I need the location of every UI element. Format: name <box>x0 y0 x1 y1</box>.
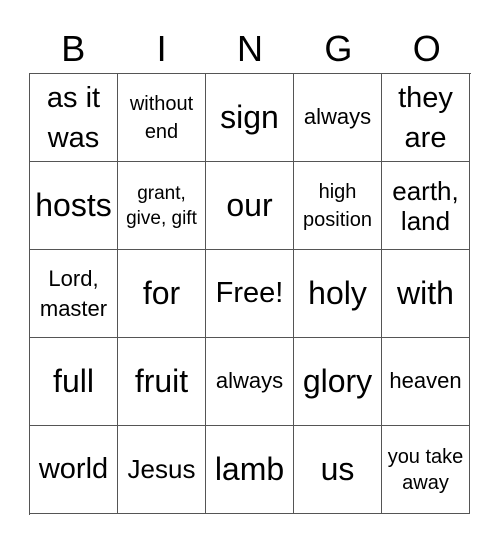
bingo-cell[interactable]: always <box>206 338 294 426</box>
bingo-cell[interactable]: with <box>382 250 470 338</box>
bingo-cell[interactable]: hosts <box>30 162 118 250</box>
bingo-cell[interactable]: always <box>294 74 382 162</box>
bingo-cell[interactable]: holy <box>294 250 382 338</box>
bingo-cell[interactable]: for <box>118 250 206 338</box>
bingo-cell[interactable]: us <box>294 426 382 514</box>
header-letter-o: O <box>412 28 441 69</box>
bingo-cell[interactable]: lamb <box>206 426 294 514</box>
header-letter-b: B <box>61 28 86 69</box>
header-letter-n: N <box>236 28 263 69</box>
bingo-cell[interactable]: Lord, master <box>30 250 118 338</box>
bingo-cell[interactable]: full <box>30 338 118 426</box>
bingo-cell[interactable]: high position <box>294 162 382 250</box>
bingo-cell[interactable]: they are <box>382 74 470 162</box>
bingo-cell[interactable]: without end <box>118 74 206 162</box>
bingo-grid: as it was without end sign always they a… <box>29 73 471 515</box>
header-letter-g: G <box>324 28 353 69</box>
bingo-cell[interactable]: heaven <box>382 338 470 426</box>
header-letter-i: I <box>156 28 167 69</box>
bingo-header: B I N G O <box>29 26 471 72</box>
bingo-cell[interactable]: our <box>206 162 294 250</box>
bingo-cell[interactable]: world <box>30 426 118 514</box>
free-space-cell[interactable]: Free! <box>206 250 294 338</box>
bingo-cell[interactable]: you take away <box>382 426 470 514</box>
bingo-cell[interactable]: as it was <box>30 74 118 162</box>
bingo-cell[interactable]: glory <box>294 338 382 426</box>
bingo-cell[interactable]: Jesus <box>118 426 206 514</box>
bingo-cell[interactable]: fruit <box>118 338 206 426</box>
bingo-cell[interactable]: earth, land <box>382 162 470 250</box>
bingo-cell[interactable]: grant, give, gift <box>118 162 206 250</box>
bingo-cell[interactable]: sign <box>206 74 294 162</box>
